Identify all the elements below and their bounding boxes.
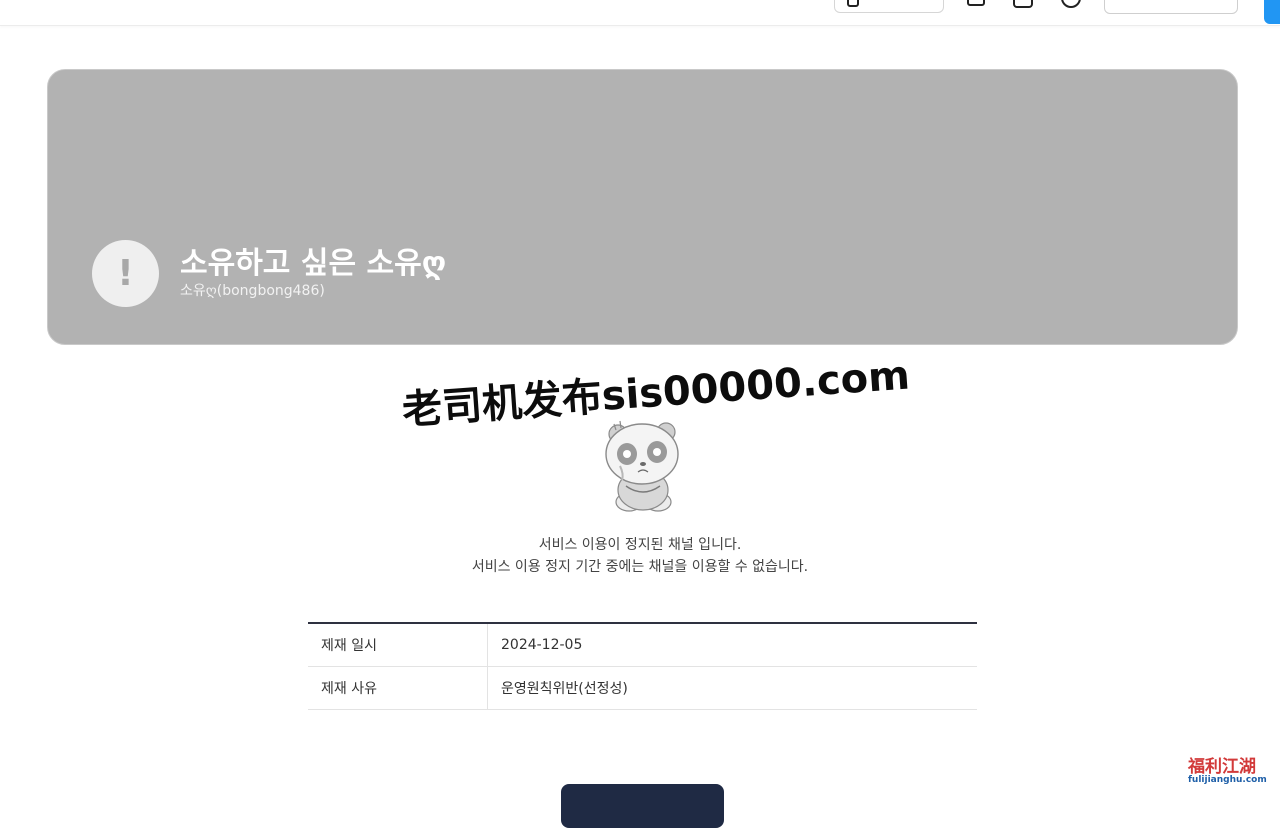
suspension-notice-line1: 서비스 이용이 정지된 채널 입니다. <box>538 537 742 553</box>
crying-bear-icon <box>605 420 679 512</box>
box-icon[interactable] <box>967 0 985 6</box>
corner-site-logo: 福利江湖 fulijianghu.com <box>1184 746 1274 790</box>
floating-action-button[interactable] <box>1264 0 1280 24</box>
sanction-reason-value: 운영원칙위반(선정성) <box>487 666 977 710</box>
sanction-info-table: 제재 일시 2024-12-05 제재 사유 운영원칙위반(선정성) <box>308 622 977 710</box>
alert-icon: ! <box>117 253 134 294</box>
table-row: 제재 사유 운영원칙위반(선정성) <box>308 666 977 710</box>
channel-id: 소유ღ(bongbong486) <box>180 283 325 299</box>
go-home-button[interactable] <box>561 784 724 828</box>
login-signup-button[interactable] <box>1104 0 1238 14</box>
suspension-notice-line2: 서비스 이용 정지 기간 중에는 채널을 이용할 수 없습니다. <box>471 559 809 575</box>
top-navigation-bar <box>0 0 1280 26</box>
channel-title: 소유하고 싶은 소유ღ <box>180 246 447 281</box>
coin-icon <box>847 0 859 7</box>
sanction-reason-label: 제재 사유 <box>308 666 488 710</box>
table-row: 제재 일시 2024-12-05 <box>308 623 977 667</box>
sanction-date-value: 2024-12-05 <box>487 623 977 667</box>
bell-icon[interactable] <box>1013 0 1033 8</box>
avatar: ! <box>92 240 159 307</box>
clock-icon[interactable] <box>1061 0 1081 8</box>
corner-logo-title: 福利江湖 <box>1188 757 1256 777</box>
sanction-date-label: 제재 일시 <box>308 623 488 667</box>
coin-button[interactable] <box>834 0 944 13</box>
channel-banner: ! 소유하고 싶은 소유ღ 소유ღ(bongbong486) <box>47 69 1238 345</box>
corner-logo-subtitle: fulijianghu.com <box>1188 775 1267 785</box>
